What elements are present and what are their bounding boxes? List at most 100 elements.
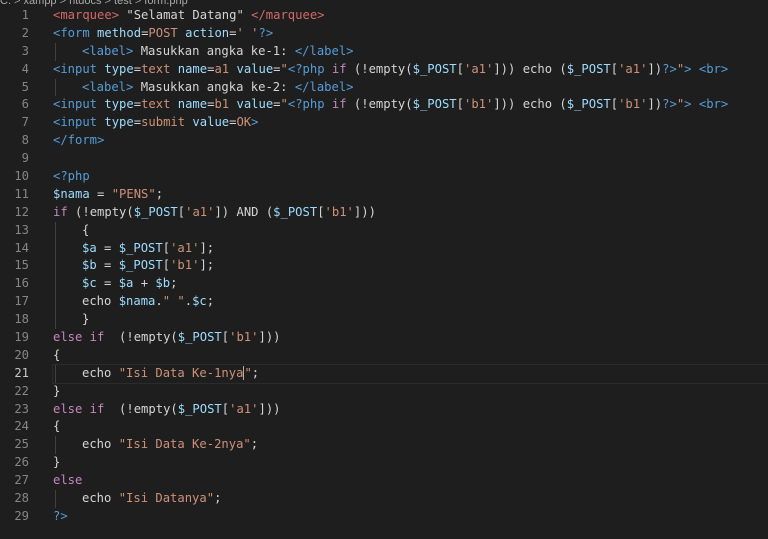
- code-token: ": [244, 365, 252, 380]
- code-token: $_POST: [566, 61, 611, 76]
- code-line[interactable]: 9: [0, 150, 768, 168]
- code-line[interactable]: 26}: [0, 454, 768, 472]
- code-token: $c: [82, 276, 97, 291]
- line-number: 19: [14, 330, 29, 345]
- line-content: else if (!empty($_POST['a1'])): [53, 401, 768, 419]
- code-line[interactable]: 18}: [0, 311, 768, 330]
- line-content: <input type=submit value=OK>: [53, 114, 768, 132]
- code-token: action: [177, 25, 230, 40]
- code-token: >: [251, 115, 259, 130]
- code-token: ;: [206, 294, 215, 309]
- code-line[interactable]: 14 $a = $_POST['a1'];: [0, 239, 768, 258]
- code-line[interactable]: 21 echo "Isi Data Ke-1nya";: [0, 363, 768, 384]
- code-line[interactable]: 12 if (!empty($_POST['a1']) AND ($_POST['…: [0, 204, 768, 222]
- code-token: <input: [53, 61, 98, 76]
- line-number: 10: [14, 169, 29, 184]
- line-content: {: [53, 347, 768, 365]
- code-line[interactable]: 2 <form method=POST action=' '?>: [0, 25, 768, 43]
- code-line[interactable]: 13 {: [0, 221, 768, 240]
- code-line[interactable]: 22}: [0, 383, 768, 401]
- code-token: (!empty(: [346, 97, 413, 112]
- code-line[interactable]: 11 $nama = "PENS";: [0, 186, 768, 204]
- code-line[interactable]: 5 <label> Masukkan angka ke-2: </label>: [0, 78, 768, 97]
- code-token: $a: [82, 240, 97, 255]
- line-content: $b = $_POST['b1'];: [53, 257, 768, 276]
- code-token: $b: [82, 258, 97, 273]
- line-content: }: [53, 454, 768, 472]
- code-line[interactable]: 27 else: [0, 472, 768, 490]
- line-number: 22: [14, 383, 29, 398]
- code-token: {: [53, 347, 61, 362]
- code-line[interactable]: 20 {: [0, 347, 768, 365]
- code-token: " ": [162, 294, 185, 309]
- code-token: ]) AND (: [214, 204, 274, 219]
- code-token: name: [170, 97, 208, 112]
- line-number: 15: [14, 258, 29, 273]
- code-token: <?php: [287, 97, 325, 112]
- code-line[interactable]: 25 echo "Isi Data Ke-2nya";: [0, 436, 768, 455]
- code-token: type: [97, 115, 134, 130]
- code-line[interactable]: 17 echo $nama." ".$c;: [0, 293, 768, 312]
- code-token: ?>: [53, 508, 68, 523]
- code-token: (!empty(: [104, 401, 178, 416]
- line-content: <input type=text name=a1 value="<?php if…: [53, 61, 768, 79]
- indent-guide: [55, 364, 56, 383]
- line-content: <input type=text name=b1 value="<?php if…: [53, 96, 768, 114]
- line-content: if (!empty($_POST['a1']) AND ($_POST['b1…: [53, 204, 768, 222]
- code-line[interactable]: 10 <?php: [0, 168, 768, 186]
- code-line[interactable]: 19 else if (!empty($_POST['b1'])): [0, 329, 768, 347]
- code-line[interactable]: 23 else if (!empty($_POST['a1'])): [0, 401, 768, 419]
- code-token: =: [96, 258, 119, 273]
- line-content: echo "Isi Data Ke-1nya";: [52, 363, 768, 384]
- code-token: }: [53, 383, 61, 398]
- line-number: 16: [14, 276, 29, 291]
- code-token: <br>: [698, 97, 729, 112]
- line-number: 4: [21, 61, 29, 76]
- code-token: $_POST: [118, 240, 163, 255]
- code-token: ;: [250, 437, 259, 452]
- code-token: $_POST: [566, 97, 611, 112]
- line-content: $a = $_POST['a1'];: [53, 239, 768, 258]
- code-token: [: [177, 204, 186, 219]
- code-line[interactable]: 29 ?>: [0, 508, 768, 526]
- code-token: text: [141, 97, 171, 112]
- code-line[interactable]: 4 <input type=text name=a1 value="<?php i…: [0, 61, 768, 79]
- code-line[interactable]: 3 <label> Masukkan angka ke-1: </label>: [0, 42, 768, 61]
- code-token: 'a1': [185, 204, 215, 219]
- code-token: echo: [82, 491, 119, 506]
- code-token: =: [96, 276, 119, 291]
- code-line[interactable]: 6 <input type=text name=b1 value="<?php i…: [0, 96, 768, 114]
- code-line[interactable]: 28 echo "Isi Datanya";: [0, 490, 768, 508]
- code-line[interactable]: 8 </form>: [0, 132, 768, 150]
- line-number: 14: [14, 240, 29, 255]
- code-line[interactable]: 15 $b = $_POST['b1'];: [0, 257, 768, 276]
- code-token: 'b1': [229, 330, 259, 345]
- code-token: type: [97, 97, 134, 112]
- code-line[interactable]: 7 <input type=submit value=OK>: [0, 114, 768, 132]
- code-token: POST: [148, 25, 178, 40]
- line-content: else if (!empty($_POST['b1'])): [53, 329, 768, 347]
- code-area[interactable]: 1 <marquee> "Selamat Datang" </marquee> 2 <…: [0, 7, 768, 526]
- line-number: 24: [14, 419, 29, 434]
- code-token: </marquee>: [251, 8, 325, 22]
- line-content: $nama = "PENS";: [53, 186, 768, 204]
- code-token: =: [133, 61, 142, 76]
- line-content: $c = $a + $b;: [53, 275, 768, 294]
- line-number: 3: [21, 43, 29, 58]
- code-token: else if: [53, 330, 105, 345]
- code-token: [: [610, 61, 619, 76]
- code-token: 'b1': [463, 97, 494, 112]
- line-number: 17: [14, 294, 29, 309]
- code-line[interactable]: 1 <marquee> "Selamat Datang" </marquee>: [0, 7, 768, 25]
- code-token: 'a1': [463, 61, 494, 76]
- code-token: <marquee>: [53, 8, 120, 22]
- indent-guide: [55, 239, 56, 258]
- line-number: 20: [14, 347, 29, 362]
- code-editor[interactable]: C: > xampp > htdocs > test > form.php 1 <…: [0, 0, 768, 539]
- code-token: 'b1': [324, 204, 354, 219]
- code-token: 'a1': [618, 61, 648, 76]
- code-line[interactable]: 24 {: [0, 418, 768, 436]
- code-token: type: [97, 61, 134, 76]
- code-line[interactable]: 16 $c = $a + $b;: [0, 275, 768, 294]
